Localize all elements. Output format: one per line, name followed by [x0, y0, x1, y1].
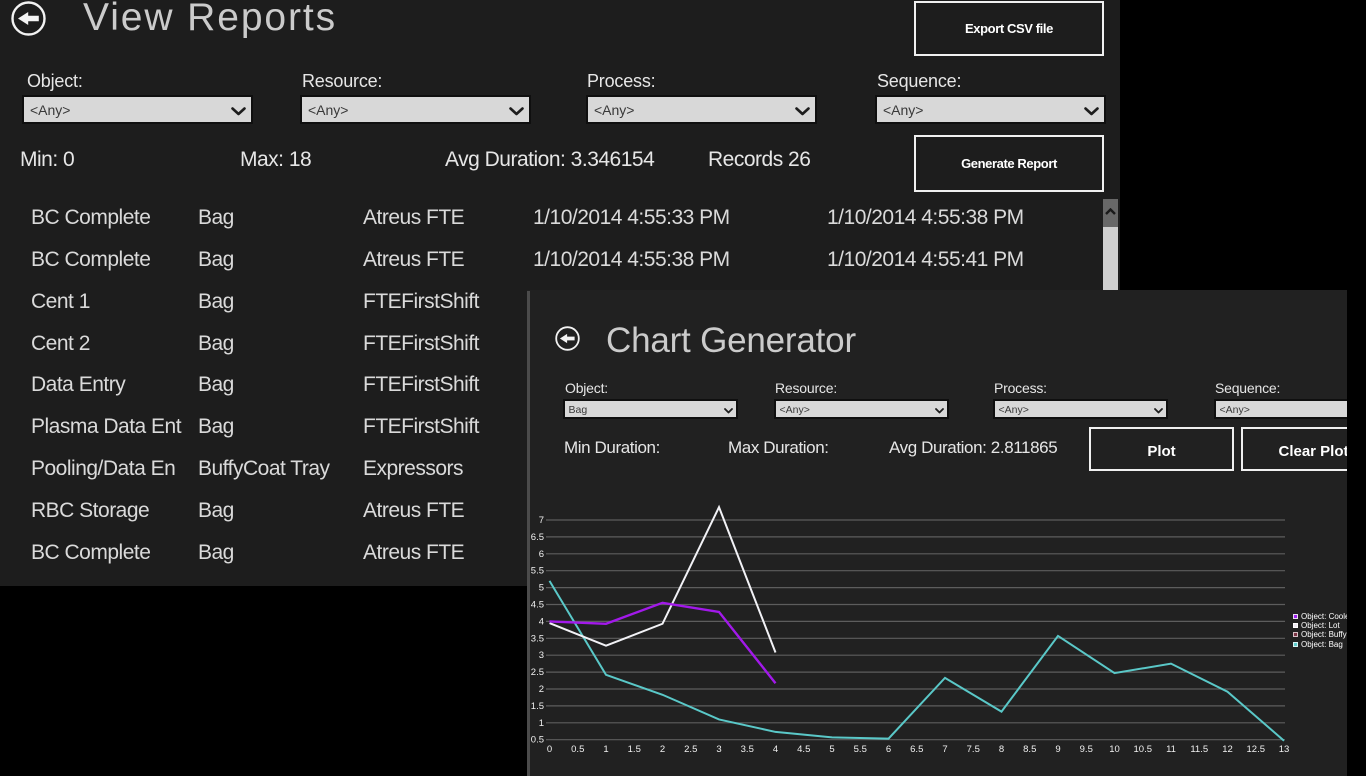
svg-text:13: 13 — [1279, 744, 1290, 755]
svg-text:10.5: 10.5 — [1134, 744, 1153, 755]
svg-text:3: 3 — [539, 650, 544, 661]
svg-text:3: 3 — [716, 744, 721, 755]
svg-text:6: 6 — [539, 549, 544, 560]
svg-text:8.5: 8.5 — [1023, 744, 1036, 755]
svg-text:9.5: 9.5 — [1080, 744, 1093, 755]
svg-text:6: 6 — [886, 744, 891, 755]
svg-text:2: 2 — [539, 684, 544, 695]
svg-text:0.5: 0.5 — [571, 744, 584, 755]
svg-text:1.5: 1.5 — [628, 744, 641, 755]
svg-text:12: 12 — [1222, 744, 1233, 755]
svg-text:5: 5 — [539, 583, 544, 594]
svg-text:6.5: 6.5 — [910, 744, 923, 755]
svg-text:6.5: 6.5 — [531, 532, 544, 543]
svg-text:9: 9 — [1055, 744, 1060, 755]
svg-text:3.5: 3.5 — [531, 633, 544, 644]
svg-text:4: 4 — [773, 744, 778, 755]
svg-text:11.5: 11.5 — [1190, 744, 1208, 755]
svg-text:1: 1 — [539, 718, 544, 729]
svg-text:4.5: 4.5 — [797, 744, 810, 755]
svg-text:11: 11 — [1166, 744, 1176, 755]
svg-text:10: 10 — [1109, 744, 1120, 755]
svg-text:5.5: 5.5 — [854, 744, 867, 755]
svg-text:2: 2 — [660, 744, 665, 755]
svg-text:4: 4 — [539, 616, 544, 627]
svg-text:5: 5 — [829, 744, 834, 755]
svg-text:0.5: 0.5 — [531, 735, 544, 746]
svg-text:0: 0 — [547, 744, 552, 755]
svg-text:1: 1 — [603, 744, 608, 755]
svg-text:8: 8 — [999, 744, 1004, 755]
svg-text:2.5: 2.5 — [684, 744, 697, 755]
svg-text:7: 7 — [539, 515, 544, 526]
svg-text:2.5: 2.5 — [531, 667, 544, 678]
svg-text:7: 7 — [942, 744, 947, 755]
svg-text:7.5: 7.5 — [967, 744, 980, 755]
svg-text:4.5: 4.5 — [531, 600, 544, 611]
svg-text:12.5: 12.5 — [1247, 744, 1266, 755]
svg-text:5.5: 5.5 — [531, 566, 544, 577]
svg-text:3.5: 3.5 — [741, 744, 754, 755]
svg-text:1.5: 1.5 — [531, 701, 544, 712]
